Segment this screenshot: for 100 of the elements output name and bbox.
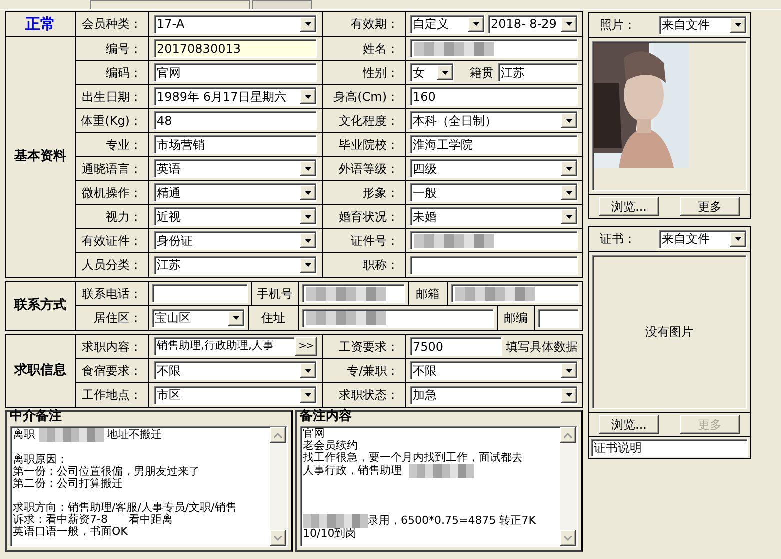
field-label: 专业： xyxy=(106,136,142,154)
panel-button[interactable]: 浏览... xyxy=(599,197,660,216)
note-line: 诉求：看中薪资7-8 看中距离 xyxy=(13,514,174,526)
dropdown[interactable]: 17-A xyxy=(154,14,317,34)
field-label: 有效期： xyxy=(351,16,399,33)
note-line: 老会员续约 xyxy=(303,440,359,452)
caret-icon[interactable] xyxy=(300,185,316,200)
text-field[interactable]: 20170830013 xyxy=(154,39,317,58)
text-field[interactable] xyxy=(410,39,578,58)
field-label: 邮编 xyxy=(504,310,528,327)
caret-icon[interactable] xyxy=(561,388,577,402)
text-field[interactable]: 48 xyxy=(154,111,317,130)
caret-icon[interactable] xyxy=(437,65,453,80)
caret-icon[interactable] xyxy=(561,16,577,32)
caret-icon[interactable] xyxy=(561,113,577,128)
text-field[interactable] xyxy=(451,284,579,303)
field-label: 联系电话： xyxy=(82,286,142,302)
text-field[interactable]: 市场营销 xyxy=(154,135,317,154)
note-line: 求职方向：销售助理/客服/人事专员/文职/销售 xyxy=(13,502,238,514)
dropdown[interactable]: 本科（全日制） xyxy=(410,111,578,130)
section-title: 联系方式 xyxy=(14,296,66,316)
dropdown[interactable]: 四级 xyxy=(410,159,578,178)
dropdown[interactable]: 2018- 8-29 xyxy=(488,14,578,34)
caret-icon[interactable] xyxy=(561,209,577,224)
text-field[interactable]: 江苏 xyxy=(498,63,578,82)
caret-icon[interactable] xyxy=(300,161,316,176)
text-field[interactable]: 7500 xyxy=(410,337,502,356)
caret-icon[interactable] xyxy=(730,18,746,32)
caret-icon[interactable] xyxy=(228,310,244,326)
dropdown[interactable]: 女 xyxy=(410,63,454,82)
scroll-up-button[interactable] xyxy=(270,427,286,443)
notes-textarea[interactable]: 离职 地址不搬迁 离职原因： 第一份：公司位置很偏，男朋友过来了 第二份：公司打算搬迁 求职方向：销售助理/客服/人事专员/文职/销售 诉求：看中薪资7-8 看中距离 英语口语一般，书面OK xyxy=(10,426,288,547)
caret-icon[interactable] xyxy=(300,258,316,272)
dropdown[interactable]: 宝山区 xyxy=(152,308,245,328)
field-label: 出生日期： xyxy=(82,88,142,106)
caret-icon[interactable] xyxy=(300,89,316,104)
dropdown[interactable]: 身份证 xyxy=(154,231,317,250)
text-field[interactable]: 官网 xyxy=(154,63,317,82)
dropdown[interactable]: 来自文件 xyxy=(659,230,747,248)
field-label: 性别： xyxy=(363,64,399,82)
note-line: 离职原因： xyxy=(13,454,69,466)
dropdown[interactable]: 自定义 xyxy=(410,14,485,34)
dropdown[interactable]: 1989年 6月17日星期六 xyxy=(154,87,317,106)
panel-label: 照片： xyxy=(599,17,636,34)
caret-icon[interactable] xyxy=(300,388,316,402)
scrollbar[interactable] xyxy=(270,427,287,546)
dropdown[interactable]: 英语 xyxy=(154,159,317,178)
text-field[interactable]: 销售助理,行政助理,人事 xyxy=(154,337,295,356)
chevron-up-icon xyxy=(564,432,572,438)
dropdown[interactable]: 加急 xyxy=(410,386,578,404)
chevron-down-icon xyxy=(564,536,572,540)
scroll-down-button[interactable] xyxy=(560,530,576,546)
dropdown[interactable]: 精通 xyxy=(154,183,317,202)
caret-icon[interactable] xyxy=(561,363,577,378)
text-field[interactable] xyxy=(410,256,578,274)
text-field[interactable] xyxy=(302,308,494,328)
dropdown[interactable]: 不限 xyxy=(154,361,317,380)
more-button[interactable]: >> xyxy=(295,337,317,356)
dropdown[interactable]: 市区 xyxy=(154,386,317,404)
text-field[interactable] xyxy=(302,284,405,303)
dropdown[interactable]: 近视 xyxy=(154,207,317,226)
scroll-up-button[interactable] xyxy=(560,427,576,443)
blurred-text-drawing xyxy=(409,464,474,478)
dropdown[interactable]: 来自文件 xyxy=(659,16,747,34)
caret-icon[interactable] xyxy=(561,161,577,176)
dropdown[interactable]: 不限 xyxy=(410,361,578,380)
note-line: 10/10到岗 xyxy=(303,528,358,540)
caret-icon[interactable] xyxy=(300,363,316,378)
text-field[interactable] xyxy=(538,308,579,328)
dropdown[interactable]: 江苏 xyxy=(154,256,317,274)
text-field[interactable] xyxy=(152,284,248,303)
panel-button[interactable]: 更多 xyxy=(680,197,740,216)
caret-icon[interactable] xyxy=(468,16,484,32)
panel-button[interactable]: 浏览... xyxy=(599,415,660,434)
field-label: 姓名： xyxy=(363,40,399,58)
caret-icon[interactable] xyxy=(300,209,316,224)
text-field[interactable]: 160 xyxy=(410,87,578,106)
notes-textarea[interactable]: 官网 老会员续约 找工作很急，要一个月内找到工作，面试都去 人事行政，销售助理 录用，6500*0.75=4875 转正7K 10/10到岗 xyxy=(300,426,578,547)
scrollbar[interactable] xyxy=(560,427,577,546)
field-label: 形象： xyxy=(363,184,399,202)
field-label: 专/兼职： xyxy=(346,362,399,380)
caret-icon[interactable] xyxy=(561,185,577,200)
note-line: 录用，6500*0.75=4875 转正7K xyxy=(368,515,536,527)
note-line: 地址不搬迁 xyxy=(106,429,162,441)
field-label: 证件号： xyxy=(351,232,399,250)
note-line: 第二份：公司打算搬迁 xyxy=(13,478,124,490)
text-field[interactable]: 淮海工学院 xyxy=(410,135,578,154)
field-label: 身高(Cm)： xyxy=(334,88,399,106)
dropdown[interactable]: 一般 xyxy=(410,183,578,202)
caption-field[interactable]: 证书说明 xyxy=(591,438,748,456)
scroll-down-button[interactable] xyxy=(270,530,286,546)
caret-icon[interactable] xyxy=(730,232,746,246)
dropdown[interactable]: 未婚 xyxy=(410,207,578,226)
caret-icon[interactable] xyxy=(300,233,316,248)
field-label: 手机号 xyxy=(257,286,293,302)
field-label: 求职状态： xyxy=(339,387,399,404)
field-label: 居住区： xyxy=(94,310,142,327)
caret-icon[interactable] xyxy=(300,16,316,32)
field-label: 外语等级： xyxy=(339,160,399,178)
text-field[interactable] xyxy=(410,231,578,250)
